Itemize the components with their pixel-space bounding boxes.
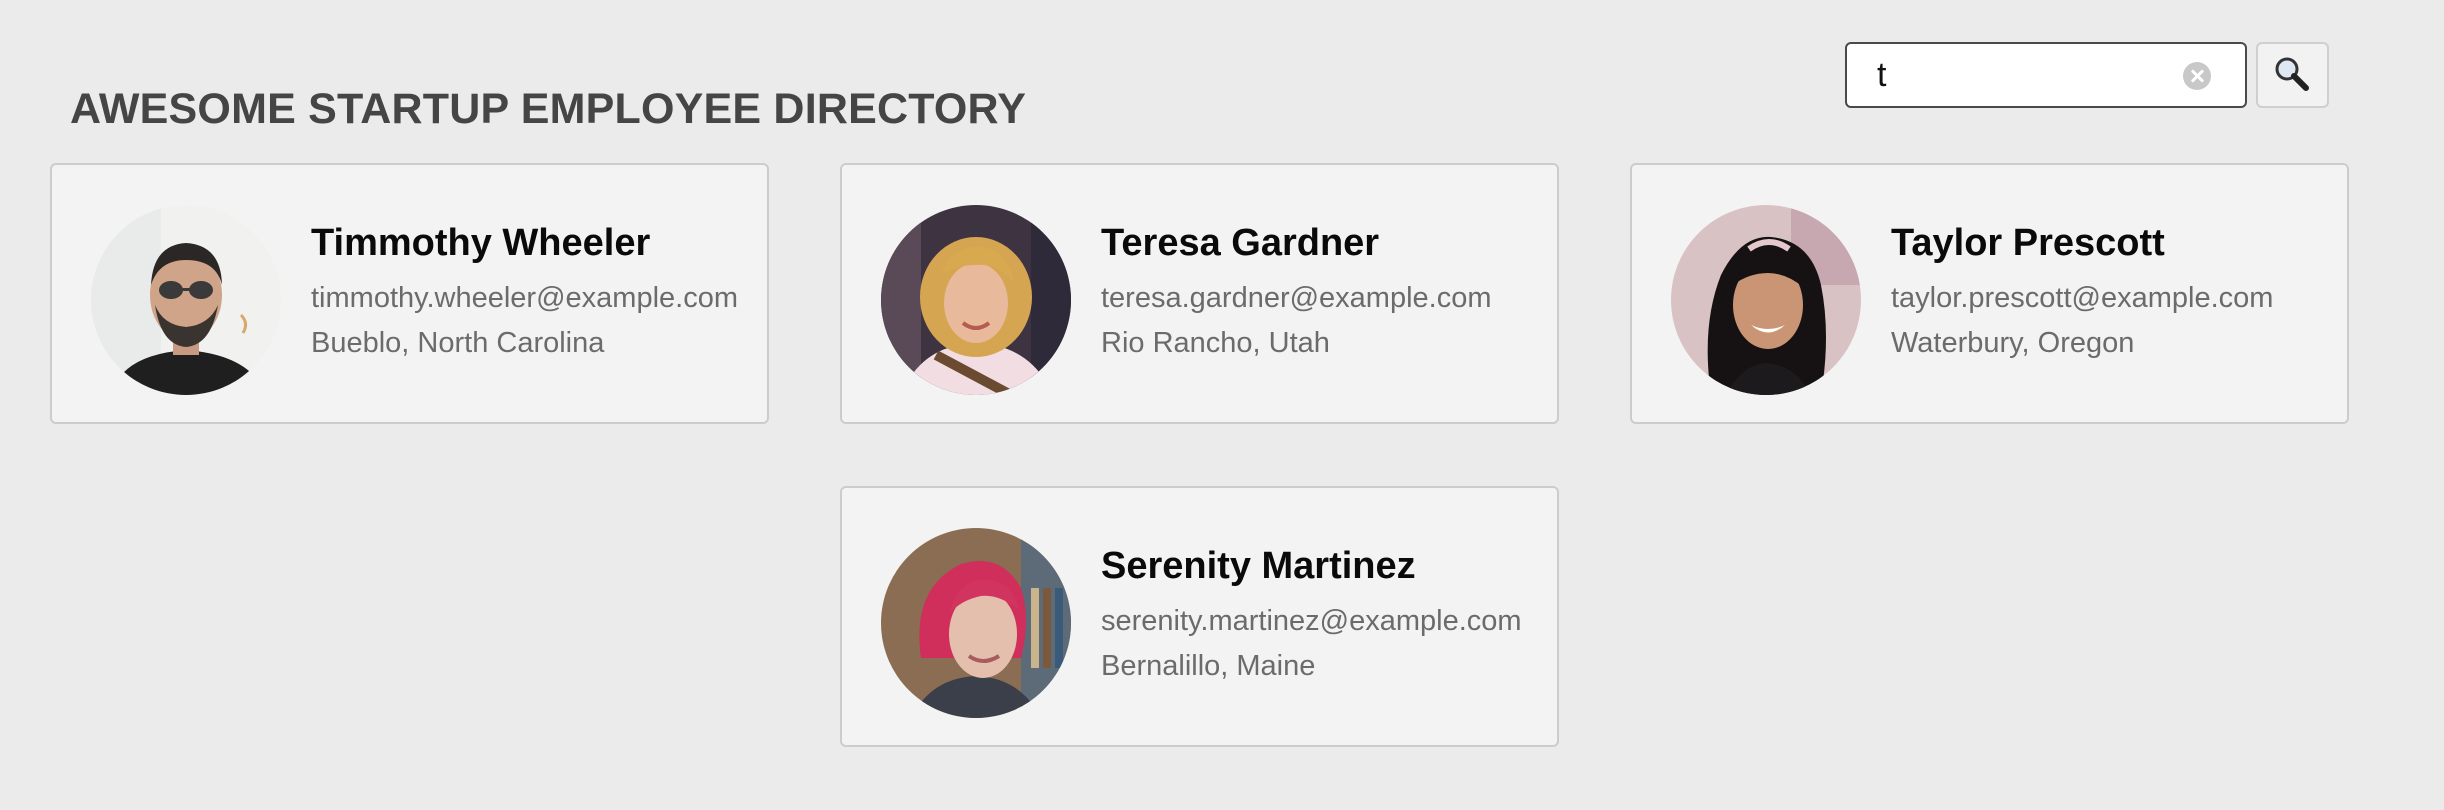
employee-name: Teresa Gardner: [1101, 222, 1380, 264]
search-box[interactable]: [1845, 42, 2247, 108]
employee-email: taylor.prescott@example.com: [1891, 282, 2274, 314]
employee-card[interactable]: Taylor Prescott taylor.prescott@example.…: [1630, 163, 2349, 424]
employee-name: Taylor Prescott: [1891, 222, 2165, 264]
employee-email: timmothy.wheeler@example.com: [311, 282, 738, 314]
employee-name: Timmothy Wheeler: [311, 222, 651, 264]
employee-location: Waterbury, Oregon: [1891, 327, 2135, 359]
employee-card[interactable]: Teresa Gardner teresa.gardner@example.co…: [840, 163, 1559, 424]
avatar: [91, 205, 281, 395]
avatar: [1671, 205, 1861, 395]
employee-location: Bernalillo, Maine: [1101, 650, 1316, 682]
employee-location: Rio Rancho, Utah: [1101, 327, 1330, 359]
employee-card[interactable]: Timmothy Wheeler timmothy.wheeler@exampl…: [50, 163, 769, 424]
search-input[interactable]: [1877, 44, 2177, 106]
employee-location: Bueblo, North Carolina: [311, 327, 605, 359]
employee-email: serenity.martinez@example.com: [1101, 605, 1522, 637]
avatar: [881, 528, 1071, 718]
search-button[interactable]: [2256, 42, 2329, 108]
employee-email: teresa.gardner@example.com: [1101, 282, 1492, 314]
avatar: [881, 205, 1071, 395]
page-title: AWESOME STARTUP EMPLOYEE DIRECTORY: [70, 84, 1027, 133]
employee-name: Serenity Martinez: [1101, 545, 1416, 587]
magnifying-glass-icon: [2275, 57, 2309, 91]
employee-card[interactable]: Serenity Martinez serenity.martinez@exam…: [840, 486, 1559, 747]
clear-icon[interactable]: [2183, 62, 2211, 90]
